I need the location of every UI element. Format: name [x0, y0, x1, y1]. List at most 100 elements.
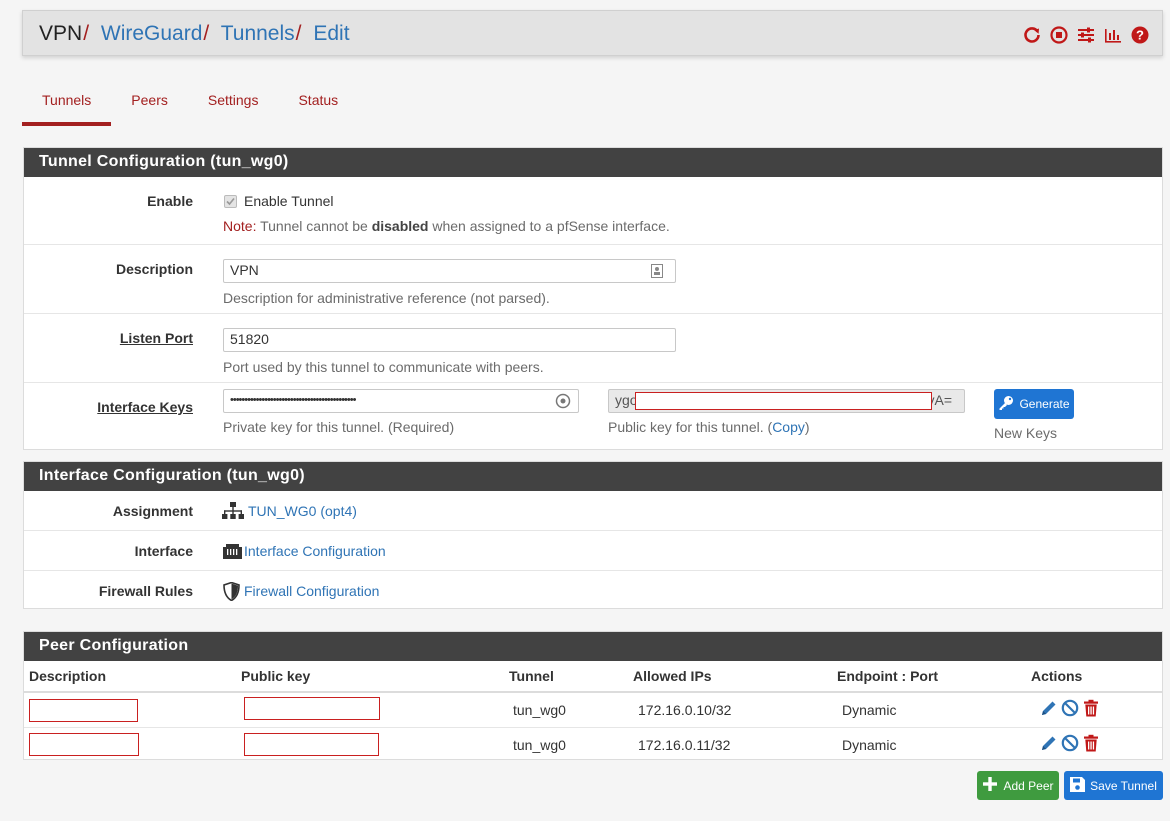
listen-port-label[interactable]: Listen Port: [24, 330, 193, 346]
interface-keys-label[interactable]: Interface Keys: [24, 399, 193, 415]
tab-bar: Tunnels Peers Settings Status: [22, 86, 358, 126]
breadcrumb: VPN/ WireGuard/ Tunnels/ Edit: [39, 21, 350, 47]
listen-port-help: Port used by this tunnel to communicate …: [223, 359, 544, 375]
chart-icon[interactable]: [1102, 25, 1123, 45]
redacted-public-key: [244, 697, 380, 720]
column-description: Description: [24, 661, 236, 693]
table-row[interactable]: tun_wg0 172.16.0.11/32 Dynamic: [24, 727, 1162, 762]
tab-peers[interactable]: Peers: [111, 86, 188, 126]
peer-endpoint-cell: Dynamic: [832, 692, 1026, 728]
peer-public-key-cell: [236, 692, 504, 728]
peer-description-cell: [24, 692, 236, 728]
interface-label: Interface: [134, 543, 193, 559]
contact-card-icon: [651, 264, 663, 281]
assignment-link[interactable]: TUN_WG0 (opt4): [248, 503, 357, 519]
peer-endpoint-cell: Dynamic: [842, 736, 897, 753]
peer-allowed-ips-cell: 172.16.0.10/32: [628, 692, 832, 728]
breadcrumb-tunnels[interactable]: Tunnels: [221, 22, 295, 45]
generate-help: New Keys: [994, 425, 1058, 441]
firewall-configuration-link[interactable]: Firewall Configuration: [244, 583, 379, 599]
firewall-rules-row: Firewall Rules Firewall Configuration: [24, 571, 1162, 610]
table-row[interactable]: tun_wg0 172.16.0.10/32 Dynamic: [24, 692, 1162, 728]
description-row: Description VPN Description for administ…: [24, 245, 1162, 314]
save-tunnel-button[interactable]: Save Tunnel: [1064, 771, 1163, 800]
enable-row: Enable Enable Tunnel Note: Tunnel cannot…: [24, 177, 1162, 245]
column-public-key: Public key: [236, 661, 504, 693]
panel-title: Peer Configuration: [24, 632, 1162, 661]
enable-tunnel-label: Enable Tunnel: [244, 193, 334, 209]
breadcrumb-separator: /: [83, 22, 90, 45]
public-key-help-text: Public key for this tunnel. (: [608, 419, 773, 435]
private-key-help: Private key for this tunnel. (Required): [223, 419, 455, 435]
breadcrumb-edit[interactable]: Edit: [313, 22, 349, 45]
interface-configuration-link[interactable]: Interface Configuration: [244, 543, 386, 559]
note-text: Tunnel cannot be: [260, 218, 368, 234]
page-header: VPN/ WireGuard/ Tunnels/ Edit ?: [22, 10, 1163, 56]
description-input[interactable]: VPN: [223, 259, 676, 283]
add-peer-label: Add Peer: [1003, 778, 1054, 793]
column-allowed-ips: Allowed IPs: [628, 661, 832, 693]
note-text-end: when assigned to a pfSense interface.: [432, 218, 670, 234]
help-icon[interactable]: ?: [1129, 25, 1150, 45]
delete-trash-icon[interactable]: [1082, 699, 1100, 720]
save-icon: [1070, 776, 1086, 795]
redacted-description: [29, 732, 139, 756]
toggle-visibility-icon[interactable]: [555, 393, 571, 412]
settings-sliders-icon[interactable]: [1075, 25, 1096, 45]
edit-pencil-icon[interactable]: [1040, 734, 1058, 755]
peer-configuration-panel: Peer Configuration Description Public ke…: [23, 631, 1163, 760]
tab-settings[interactable]: Settings: [188, 86, 279, 126]
peer-tunnel-cell: tun_wg0: [513, 736, 566, 753]
generate-button[interactable]: Generate: [994, 389, 1074, 419]
assignment-label: Assignment: [112, 503, 193, 519]
disable-icon[interactable]: [1061, 699, 1079, 720]
panel-title: Interface Configuration (tun_wg0): [24, 462, 1162, 491]
redacted-public-key: [635, 392, 932, 410]
tab-status[interactable]: Status: [278, 86, 358, 126]
note-prefix: Note:: [223, 218, 257, 234]
description-label: Description: [115, 261, 193, 277]
breadcrumb-separator: /: [203, 22, 210, 45]
generate-label: Generate: [1019, 397, 1070, 411]
enable-label: Enable: [147, 193, 193, 209]
enable-tunnel-checkbox[interactable]: [224, 194, 237, 208]
peer-description-cell: [24, 727, 236, 762]
breadcrumb-separator: /: [295, 22, 302, 45]
listen-port-input[interactable]: 51820: [223, 328, 676, 352]
column-actions: Actions: [1026, 661, 1162, 693]
disable-icon[interactable]: [1061, 734, 1079, 755]
network-icon: [222, 502, 244, 523]
panel-title: Tunnel Configuration (tun_wg0): [24, 148, 1162, 177]
public-key-help: Public key for this tunnel. (Copy): [608, 419, 810, 435]
peer-allowed-ips-cell: 172.16.0.11/32: [638, 736, 731, 753]
copy-link[interactable]: Copy: [772, 419, 805, 435]
breadcrumb-wireguard[interactable]: WireGuard: [101, 22, 203, 45]
edit-pencil-icon[interactable]: [1040, 699, 1058, 720]
breadcrumb-root: VPN: [39, 22, 83, 45]
peer-actions-cell: [1026, 727, 1162, 762]
column-endpoint-port: Endpoint : Port: [832, 661, 1026, 693]
table-header-row: Description Public key Tunnel Allowed IP…: [24, 661, 1162, 693]
stop-icon[interactable]: [1048, 25, 1069, 45]
redacted-description: [29, 699, 138, 722]
svg-text:?: ?: [1136, 28, 1144, 43]
description-help: Description for administrative reference…: [223, 290, 550, 306]
delete-trash-icon[interactable]: [1082, 734, 1100, 755]
ethernet-port-icon: [223, 544, 242, 562]
peer-public-key-cell: [236, 727, 504, 762]
listen-port-row: Listen Port 51820 Port used by this tunn…: [24, 314, 1162, 383]
firewall-rules-label: Firewall Rules: [98, 583, 193, 599]
public-key-help-end: ): [804, 419, 810, 435]
peers-table: Description Public key Tunnel Allowed IP…: [24, 661, 1162, 762]
column-tunnel: Tunnel: [504, 661, 628, 693]
interface-row: Interface Interface Configuration: [24, 531, 1162, 571]
interface-configuration-panel: Interface Configuration (tun_wg0) Assign…: [23, 461, 1163, 609]
tab-tunnels[interactable]: Tunnels: [22, 86, 112, 126]
key-icon: [998, 395, 1014, 414]
plus-icon: [982, 776, 998, 795]
restart-icon[interactable]: [1021, 25, 1042, 45]
shield-icon: [223, 581, 240, 604]
interface-keys-row: Interface Keys •••••••••••••••••••••••••…: [24, 383, 1162, 450]
add-peer-button[interactable]: Add Peer: [977, 771, 1059, 800]
private-key-input[interactable]: ••••••••••••••••••••••••••••••••••••••••…: [223, 389, 579, 413]
